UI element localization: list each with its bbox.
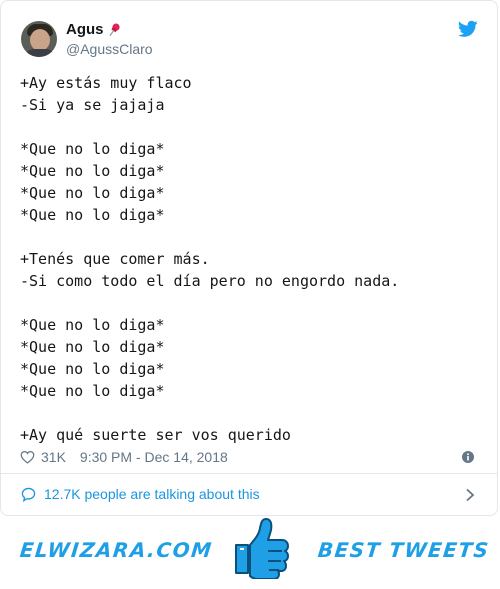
author-name-text: Agus [66,21,104,38]
tweet-timestamp[interactable]: 9:30 PM - Dec 14, 2018 [80,449,228,465]
conversation-label: 12.7K people are talking about this [44,486,260,502]
info-icon[interactable] [462,451,474,463]
heart-icon[interactable] [20,450,35,464]
avatar[interactable] [21,21,57,57]
speech-bubble-icon [21,487,36,502]
conversation-link[interactable]: 12.7K people are talking about this [0,474,498,516]
tweet-text: +Ay estás muy flaco -Si ya se jajaja *Qu… [20,74,400,444]
thumbs-up-icon [235,518,289,579]
chevron-right-icon [466,488,475,502]
pushpin-icon [108,23,120,36]
avatar-shirt [24,49,56,57]
like-count[interactable]: 31K [41,449,66,465]
author-handle[interactable]: @AgussClaro [66,41,153,57]
avatar-face [30,29,50,51]
banner-site-text: ELWIZARA.COM [18,538,214,562]
tweet-meta: 31K 9:30 PM - Dec 14, 2018 [20,449,228,465]
author-name[interactable]: Agus [66,21,122,38]
twitter-bird-icon[interactable] [458,20,478,38]
banner-tagline: BEST TWEETS [316,538,491,562]
